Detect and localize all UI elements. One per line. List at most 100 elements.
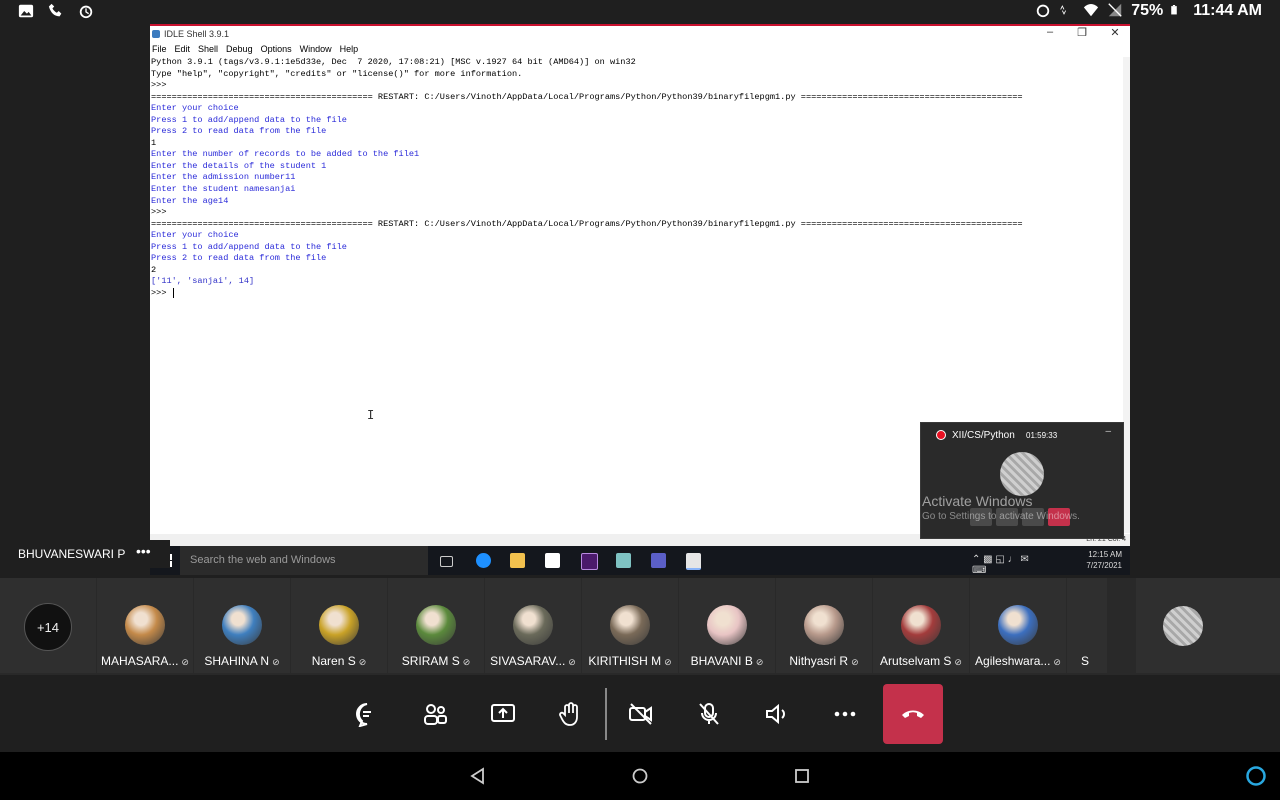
participant-tile[interactable]: Arutselvam S ⊘ [873,578,969,673]
menu-edit[interactable]: Edit [171,42,195,56]
share-screen-icon [491,704,515,722]
shell-line: >>> [151,207,172,218]
mic-off-icon: ⊘ [664,657,672,667]
taskbar-date: 7/27/2021 [1086,561,1122,570]
mic-button[interactable] [684,686,734,742]
android-nav-bar [0,752,1280,800]
participant-tile[interactable]: MAHASARA... ⊘ [97,578,193,673]
minimize-icon[interactable]: – [1040,26,1060,38]
participant-name-row: Naren S ⊘ [291,654,387,668]
overflow-count: +14 [24,603,72,651]
restore-icon[interactable]: ❐ [1072,26,1092,39]
taskbar-search[interactable]: Search the web and Windows [180,546,428,575]
shell-line: >>> [151,80,172,91]
shell-line: 2 [151,264,157,275]
people-button[interactable] [410,686,460,742]
avatar [222,605,262,645]
alarm-icon [78,3,96,21]
assistant-icon[interactable] [1244,764,1268,788]
file-explorer-icon[interactable] [510,553,525,568]
menu-file[interactable]: File [150,42,171,56]
window-title: IDLE Shell 3.9.1 [164,29,230,39]
shell-line: Enter the age14 [151,195,229,206]
shell-line: ========================================… [151,91,1023,102]
close-icon[interactable]: ✕ [1105,26,1125,39]
idle-taskbar-icon[interactable] [686,553,701,570]
participant-tile[interactable]: BHAVANI B ⊘ [679,578,775,673]
participant-overflow-tile[interactable]: +14 [0,578,96,673]
menu-help[interactable]: Help [336,42,363,56]
recording-icon [936,430,946,440]
clock: 11:44 AM [1193,2,1262,19]
presenter-name: BHUVANESWARI P [18,547,126,561]
idle-title-bar: IDLE Shell 3.9.1 – ❐ ✕ [150,26,1130,42]
shell-line: Press 1 to add/append data to the file [151,241,347,252]
ibeam-cursor-icon: I [367,408,375,422]
share-button[interactable] [478,686,528,742]
shell-line: Enter the number of records to be added … [151,149,420,160]
raise-hand-icon [559,702,578,726]
windows-taskbar: Search the web and Windows ⌃ ▩ ◱ ♩ ✉ ⌨ 1… [150,546,1130,576]
speaker-icon [766,703,785,725]
participant-tile[interactable]: SRIRAM S ⊘ [388,578,484,673]
participant-name-row: Arutselvam S ⊘ [873,654,969,668]
participant-tile[interactable]: KIRITHISH M ⊘ [582,578,678,673]
participant-name: Naren S [311,654,356,668]
teams-icon[interactable] [651,553,666,568]
premiere-icon[interactable] [581,553,598,570]
more-options-icon[interactable]: ••• [136,543,151,559]
wifi-icon [1083,2,1101,20]
shell-line: >>> [151,287,172,298]
minimize-icon[interactable]: – [1105,426,1111,437]
python-icon [152,30,160,38]
participant-tile[interactable]: S [1067,578,1107,673]
participant-tile[interactable]: Nithyasri R ⊘ [776,578,872,673]
participant-name: SRIRAM S [401,654,460,668]
participants-strip: +14 MAHASARA... ⊘ SHAHINA N ⊘ Naren S ⊘ SRIRAM… [0,578,1280,675]
shell-line: 1 [151,137,157,148]
mic-off-icon: ⊘ [462,657,471,667]
menu-options[interactable]: Options [257,42,296,56]
mic-off-icon [699,703,719,725]
task-view-icon[interactable] [440,556,453,567]
avatar [319,605,359,645]
home-icon[interactable] [628,764,652,788]
menu-debug[interactable]: Debug [222,42,257,56]
menu-window[interactable]: Window [296,42,336,56]
participant-tile[interactable]: Naren S ⊘ [291,578,387,673]
mic-off-icon: ⊘ [272,657,280,667]
recents-icon[interactable] [790,764,814,788]
back-icon[interactable] [466,764,490,788]
participant-tile[interactable]: SIVASARAV... ⊘ [485,578,581,673]
shell-line: Press 1 to add/append data to the file [151,114,347,125]
hang-up-button[interactable] [883,684,943,744]
shell-line: ['11', 'sanjai', 14] [151,276,255,287]
menu-shell[interactable]: Shell [194,42,222,56]
self-video-tile[interactable] [1136,578,1280,673]
app-icon[interactable] [616,553,631,568]
participant-name-row: MAHASARA... ⊘ [97,654,193,668]
edge-icon[interactable] [476,553,491,568]
store-icon[interactable] [545,553,560,568]
participant-tile[interactable]: Agileshwara... ⊘ [970,578,1066,673]
avatar [1000,452,1044,496]
more-button[interactable] [820,686,870,742]
participant-name: S [1081,654,1090,668]
camera-button[interactable] [616,686,666,742]
meeting-title: XII/CS/Python [952,430,1015,441]
avatar [804,605,844,645]
speaker-button[interactable] [752,686,802,742]
chat-button[interactable] [342,686,392,742]
raise-hand-button[interactable] [546,686,596,742]
vertical-scrollbar[interactable] [1123,57,1130,533]
system-tray-icons[interactable]: ⌃ ▩ ◱ ♩ ✉ ⌨ [972,554,1042,576]
avatar [707,605,747,645]
alarm-icon [1035,2,1053,20]
participant-tile[interactable]: SHAHINA N ⊘ [194,578,290,673]
android-status-bar: 75% 11:44 AM [0,0,1280,24]
participant-name: SIVASARAV... [490,654,566,668]
mic-off-icon: ⊘ [954,657,962,667]
battery-percent: 75% [1131,2,1164,19]
mic-off-icon: ⊘ [181,657,189,667]
shell-line: Press 2 to read data from the file [151,126,327,137]
